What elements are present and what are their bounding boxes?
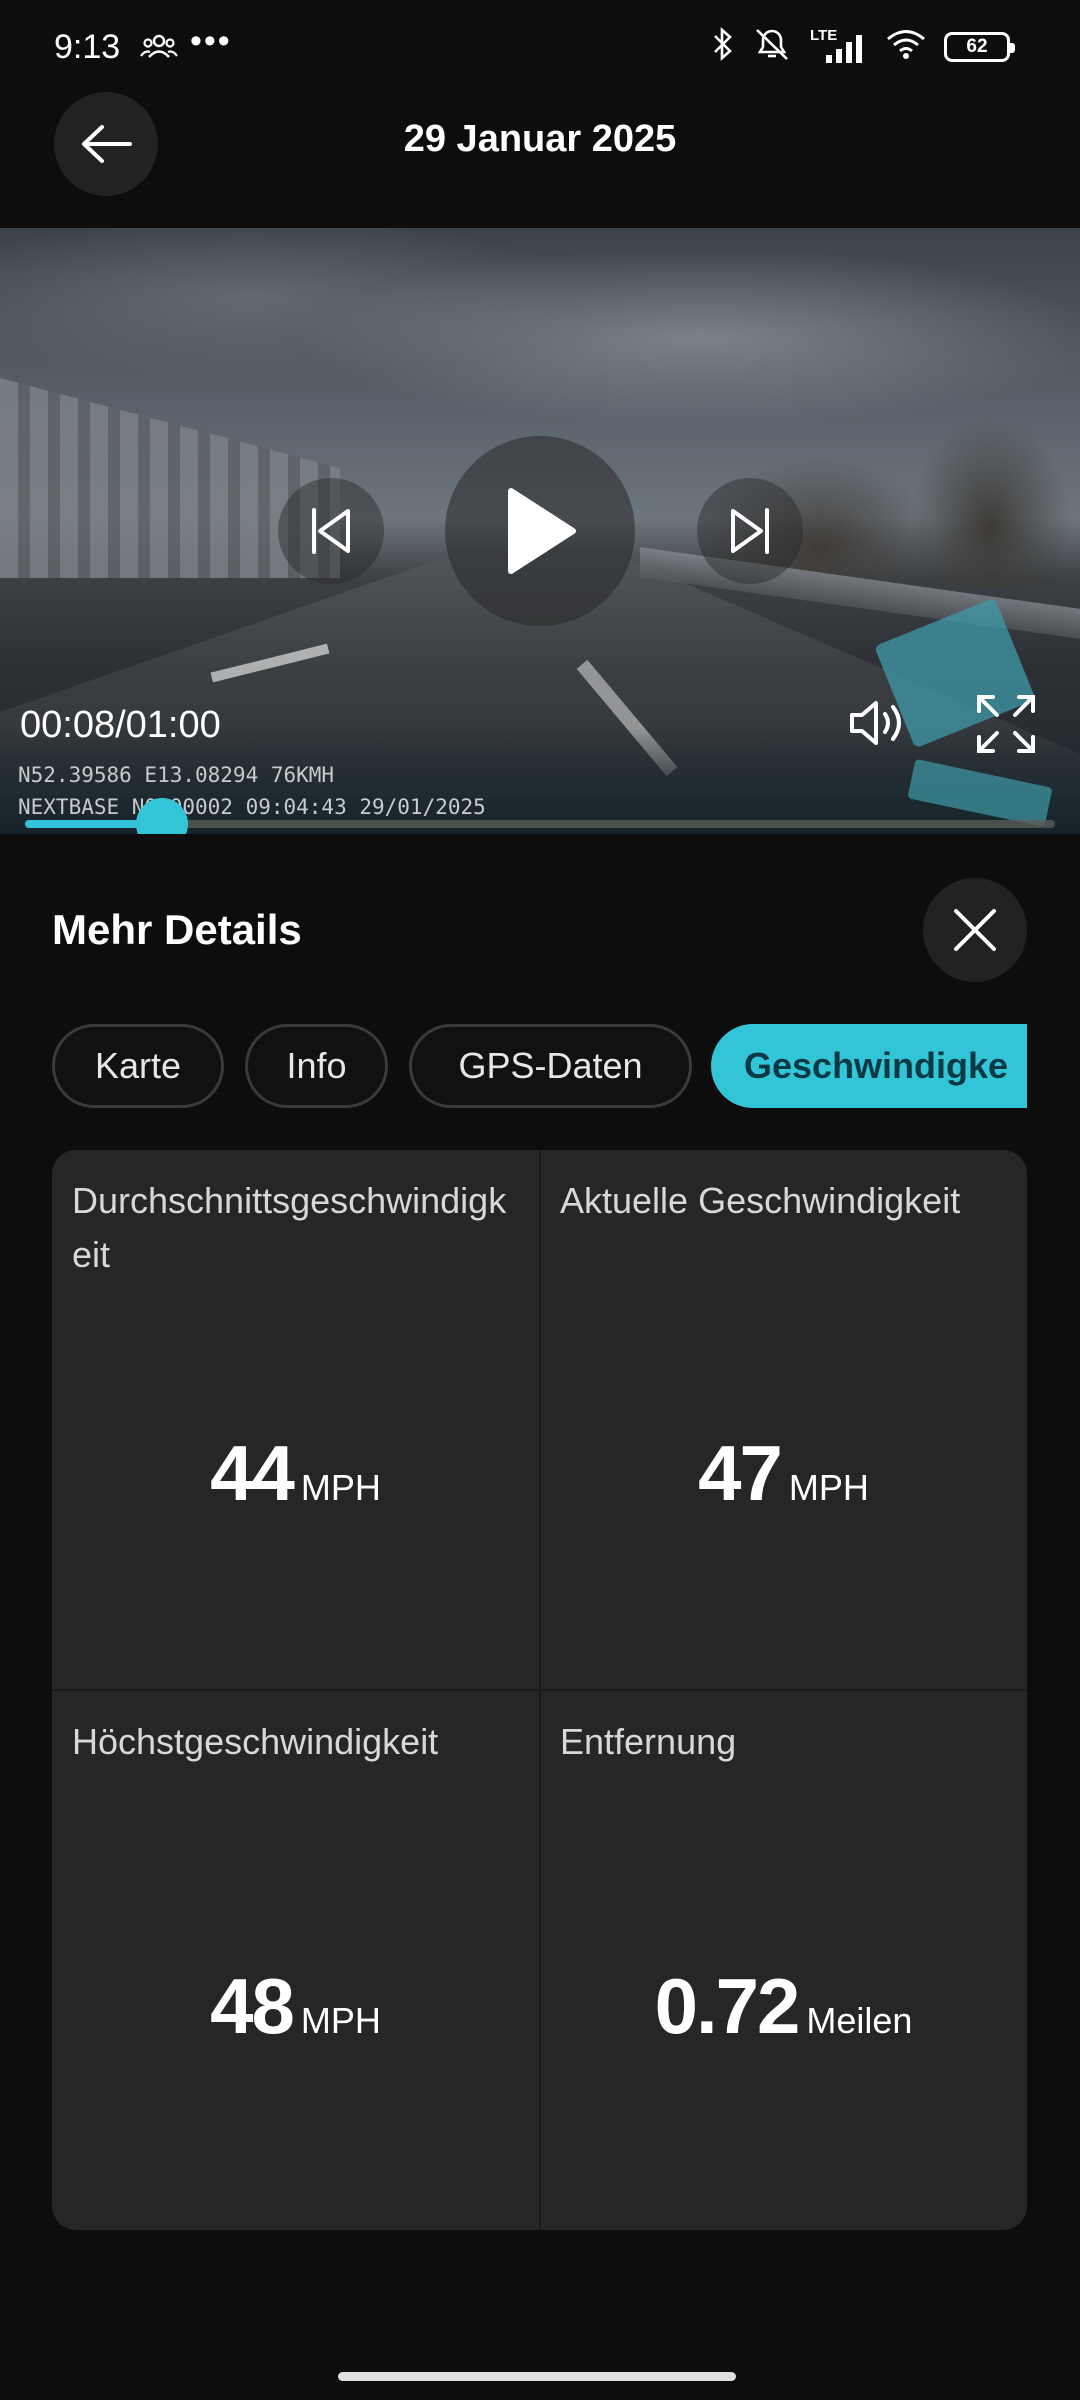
fullscreen-icon	[977, 695, 1035, 753]
camera-overlay-text: NEXTBASE N0000002 09:04:43 29/01/2025	[18, 795, 486, 819]
play-icon	[508, 488, 576, 574]
bluetooth-icon	[712, 27, 734, 66]
stat-label: Durchschnittsgeschwindigkeit	[72, 1180, 507, 1275]
previous-button[interactable]	[278, 478, 384, 584]
details-tabs: Karte Info GPS-Daten Geschwindigke	[52, 1024, 1027, 1108]
close-button[interactable]	[923, 878, 1027, 982]
status-bar: 9:13 ••• LTE 62	[0, 0, 1080, 95]
playback-time: 00:08/01:00	[20, 704, 221, 746]
stat-unit: MPH	[300, 2000, 381, 2041]
stat-current-speed: Aktuelle Geschwindigkeit 47 MPH	[540, 1150, 1027, 1690]
stat-value-group: 47 MPH	[540, 1428, 1027, 1519]
video-player[interactable]: 00:08/01:00 N52.39586 E13.08294 76KMH NE…	[0, 228, 1080, 834]
speed-stats-grid: Durchschnittsgeschwindigkeit 44 MPH Aktue…	[52, 1150, 1027, 2230]
stat-value: 47	[698, 1429, 783, 1517]
close-icon	[954, 909, 996, 951]
tab-geschwindigkeit[interactable]: Geschwindigke	[711, 1024, 1027, 1108]
tab-karte[interactable]: Karte	[52, 1024, 224, 1108]
gps-overlay-text: N52.39586 E13.08294 76KMH	[18, 763, 335, 787]
stat-value-group: 48 MPH	[52, 1961, 539, 2052]
stat-value-group: 44 MPH	[52, 1428, 539, 1519]
stat-distance: Entfernung 0.72 Meilen	[540, 1691, 1027, 2230]
stat-label: Entfernung	[560, 1721, 737, 1762]
page-title: 29 Januar 2025	[403, 118, 677, 160]
fullscreen-button[interactable]	[975, 693, 1037, 760]
tab-gps-daten[interactable]: GPS-Daten	[409, 1024, 692, 1108]
next-button[interactable]	[697, 478, 803, 584]
skip-previous-icon	[312, 508, 350, 554]
skip-next-icon	[731, 508, 769, 554]
stat-value-group: 0.72 Meilen	[540, 1961, 1027, 2052]
stat-value: 44	[210, 1429, 295, 1517]
status-time: 9:13	[54, 28, 121, 66]
stat-unit: MPH	[788, 1467, 869, 1508]
play-button[interactable]	[445, 436, 635, 626]
details-title: Mehr Details	[52, 906, 302, 953]
stat-label: Höchstgeschwindigkeit	[72, 1721, 439, 1762]
stat-unit: MPH	[300, 1467, 381, 1508]
stat-max-speed: Höchstgeschwindigkeit 48 MPH	[52, 1691, 539, 2230]
stat-value: 48	[210, 1962, 295, 2050]
more-notifications-icon: •••	[190, 22, 232, 60]
lte-signal-icon: LTE	[810, 27, 868, 65]
stat-value: 0.72	[654, 1962, 801, 2050]
stat-average-speed: Durchschnittsgeschwindigkeit 44 MPH	[52, 1150, 539, 1690]
stat-unit: Meilen	[806, 2000, 913, 2041]
volume-button[interactable]	[848, 696, 908, 755]
people-icon	[140, 32, 178, 67]
tab-info[interactable]: Info	[245, 1024, 388, 1108]
stat-label: Aktuelle Geschwindigkeit	[560, 1180, 961, 1221]
home-indicator[interactable]	[338, 2372, 736, 2381]
mute-bell-icon	[752, 26, 792, 67]
wifi-icon	[886, 28, 926, 65]
volume-icon	[850, 701, 901, 745]
battery-icon: 62	[944, 31, 1015, 62]
